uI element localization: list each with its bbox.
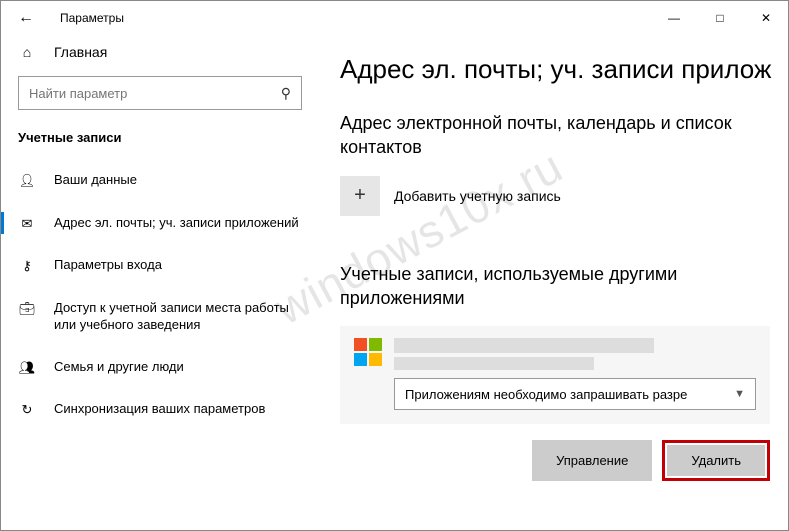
account-permission-select[interactable]: Приложениям необходимо запрашивать разре… bbox=[394, 378, 756, 410]
nav-item-work-access[interactable]: 💼︎ Доступ к учетной записи места работы … bbox=[0, 287, 320, 346]
minimize-button[interactable]: ― bbox=[651, 0, 697, 36]
window-title: Параметры bbox=[60, 11, 124, 25]
page-heading: Адрес эл. почты; уч. записи прилож bbox=[340, 54, 789, 85]
microsoft-logo-icon bbox=[354, 338, 382, 366]
delete-button[interactable]: Удалить bbox=[667, 445, 765, 476]
mail-icon: ✉ bbox=[18, 215, 36, 233]
key-icon: ⚷ bbox=[18, 257, 36, 275]
nav-home-label: Главная bbox=[54, 44, 107, 60]
nav-section-label: Учетные записи bbox=[0, 130, 320, 159]
nav-item-family[interactable]: 👥︎ Семья и другие люди bbox=[0, 346, 320, 389]
sync-icon: ↻ bbox=[18, 401, 36, 419]
briefcase-icon: 💼︎ bbox=[18, 300, 36, 318]
nav-item-label: Ваши данные bbox=[54, 171, 302, 189]
person-icon: 👤︎ bbox=[18, 172, 36, 190]
nav-item-sync[interactable]: ↻ Синхронизация ваших параметров bbox=[0, 388, 320, 431]
nav-item-label: Синхронизация ваших параметров bbox=[54, 400, 302, 418]
account-identity-redacted bbox=[394, 338, 756, 370]
nav-item-label: Семья и другие люди bbox=[54, 358, 302, 376]
nav-item-label: Параметры входа bbox=[54, 256, 302, 274]
nav-item-your-info[interactable]: 👤︎ Ваши данные bbox=[0, 159, 320, 202]
account-permission-value: Приложениям необходимо запрашивать разре bbox=[405, 387, 687, 402]
manage-button[interactable]: Управление bbox=[532, 440, 652, 481]
search-icon: ⚲ bbox=[281, 85, 291, 102]
nav-item-label: Адрес эл. почты; уч. записи приложений bbox=[54, 214, 302, 232]
section-email-heading: Адрес электронной почты, календарь и спи… bbox=[340, 111, 789, 160]
back-button[interactable]: ← bbox=[18, 9, 38, 27]
sidebar: ⌂ Главная ⚲ Учетные записи 👤︎ Ваши данны… bbox=[0, 36, 320, 531]
nav-item-signin-options[interactable]: ⚷ Параметры входа bbox=[0, 244, 320, 287]
maximize-button[interactable]: □ bbox=[697, 0, 743, 36]
delete-highlight: Удалить bbox=[662, 440, 770, 481]
nav-item-email-accounts[interactable]: ✉ Адрес эл. почты; уч. записи приложений bbox=[0, 202, 320, 245]
account-entry[interactable]: Приложениям необходимо запрашивать разре… bbox=[340, 326, 770, 424]
chevron-down-icon: ▼ bbox=[734, 388, 745, 400]
nav-home[interactable]: ⌂ Главная bbox=[0, 36, 320, 70]
add-account-row[interactable]: + Добавить учетную запись bbox=[340, 176, 789, 216]
close-button[interactable]: ✕ bbox=[743, 0, 789, 36]
main-content: Адрес эл. почты; уч. записи прилож Адрес… bbox=[320, 36, 789, 531]
family-icon: 👥︎ bbox=[18, 359, 36, 377]
nav-item-label: Доступ к учетной записи места работы или… bbox=[54, 299, 302, 334]
home-icon: ⌂ bbox=[18, 44, 36, 60]
search-box[interactable]: ⚲ bbox=[18, 76, 302, 110]
add-account-label: Добавить учетную запись bbox=[394, 188, 561, 204]
search-input[interactable] bbox=[29, 86, 281, 101]
plus-icon: + bbox=[340, 176, 380, 216]
section-other-apps-heading: Учетные записи, используемые другими при… bbox=[340, 262, 789, 311]
